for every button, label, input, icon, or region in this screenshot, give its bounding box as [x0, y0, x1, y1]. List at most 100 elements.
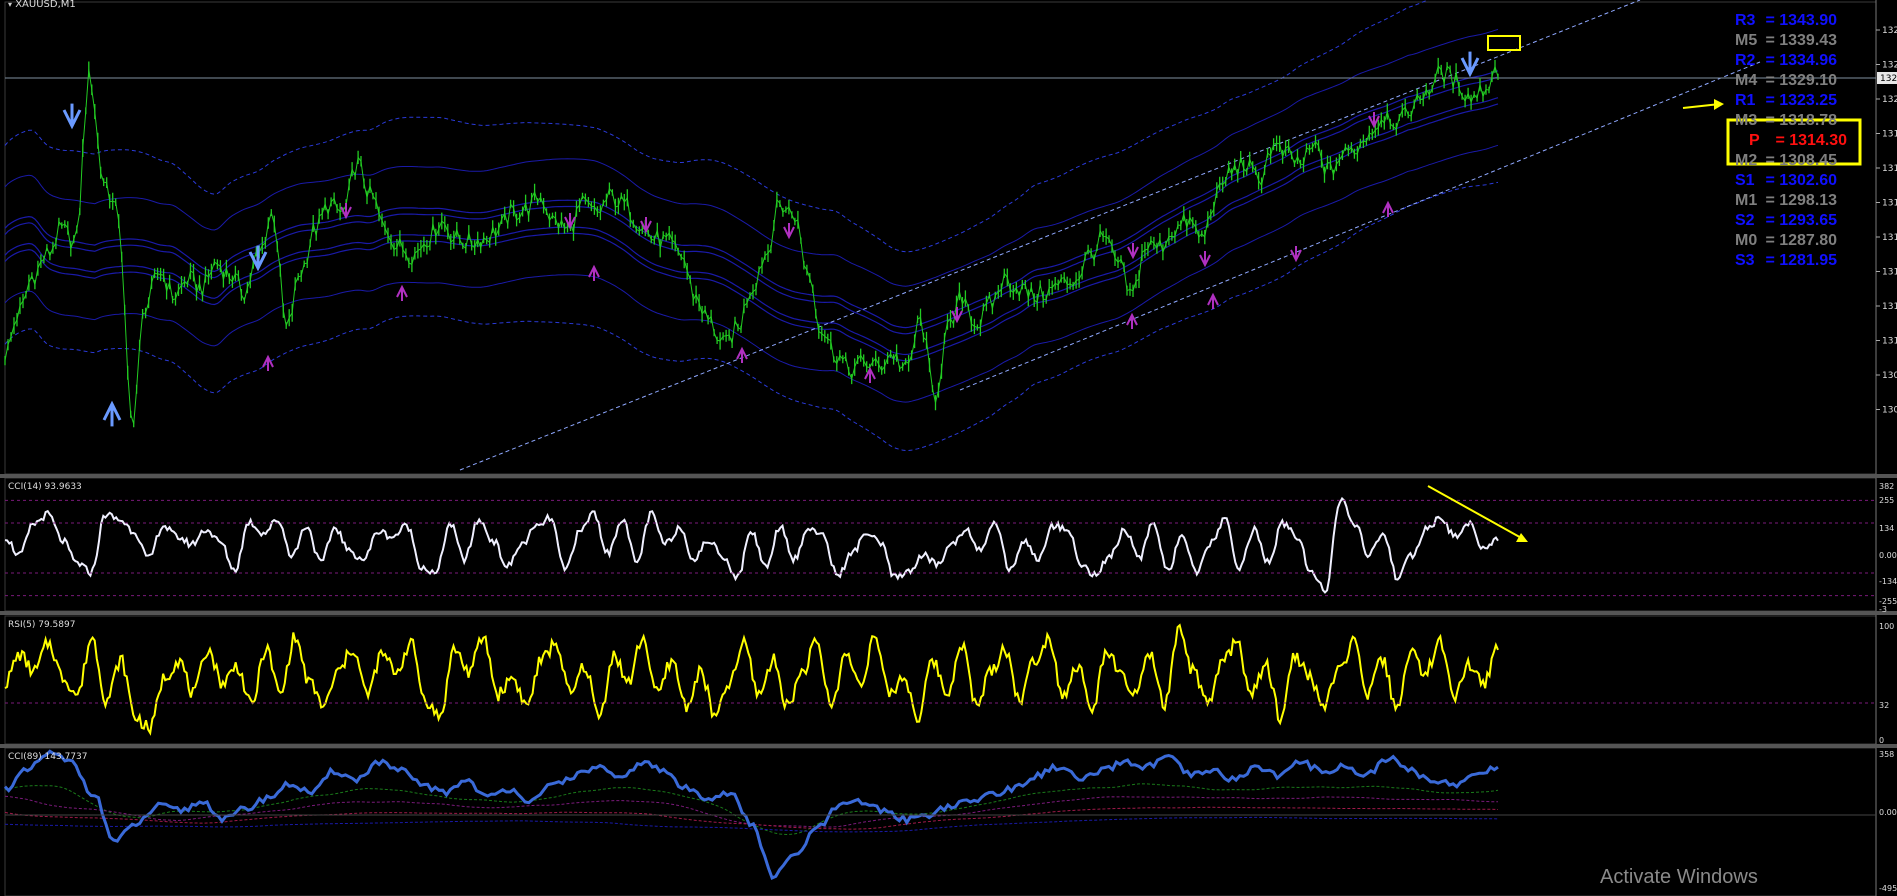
symbol-label: ▾ XAUUSD,M1 — [8, 0, 76, 10]
pivot-level-m4: M4 = 1329.10 — [1735, 72, 1837, 90]
pivot-level-s1: S1 = 1302.60 — [1735, 172, 1837, 190]
price-tick-label: 132 — [1882, 95, 1897, 105]
cci14-tick-label: 0.00 — [1879, 551, 1897, 560]
pivot-level-m3: M3 = 1318.78 — [1735, 112, 1837, 130]
cci14-tick-label: 382 — [1879, 482, 1894, 491]
pivot-level-value: = 1334.96 — [1761, 52, 1838, 69]
envelope-line-2 — [4, 0, 1430, 253]
pivot-level-value: = 1314.30 — [1771, 132, 1848, 149]
fractal-arrow-icon — [588, 264, 600, 281]
cci89-tick-label: 0.00 — [1879, 808, 1897, 817]
ma-band-line-3 — [4, 70, 1499, 329]
cci89-tick-label: 358 — [1879, 750, 1894, 759]
cci14-tick-label: 255 — [1879, 496, 1894, 505]
fractal-arrow-icon — [1207, 292, 1219, 309]
cci14-tick-label: -134 — [1879, 577, 1897, 586]
rsi5-title: RSI(5) 79.5897 — [8, 620, 75, 630]
pivot-level-s3: S3 = 1281.95 — [1735, 252, 1837, 270]
fractal-arrow-icon — [1126, 312, 1138, 329]
annotation-arrow-cci — [1427, 485, 1526, 541]
pivot-level-name: M2 — [1735, 152, 1758, 169]
pivot-level-name: M5 — [1735, 32, 1758, 49]
ma-band-line-1 — [4, 97, 1499, 356]
rsi5-tick-label: 32 — [1879, 701, 1889, 710]
trend-channel-upper — [459, 0, 1641, 471]
annotation-arrowhead-icon — [1516, 533, 1528, 542]
fractal-arrow-icon — [783, 223, 795, 240]
pivot-level-m1: M1 = 1298.13 — [1735, 192, 1837, 210]
fractal-arrow-icon — [62, 103, 82, 130]
collapse-triangle-icon[interactable]: ▾ — [8, 0, 12, 9]
cci89-ma-line-0 — [4, 783, 1499, 836]
pivot-level-value: = 1308.45 — [1761, 152, 1838, 169]
rsi5-series — [4, 623, 1499, 736]
price-series-line — [4, 64, 1499, 425]
fractal-arrow-icon — [1199, 251, 1211, 268]
pivot-level-name: M0 — [1735, 232, 1758, 249]
price-tick-label: 131 — [1882, 233, 1897, 243]
pivot-level-s2: S2 = 1293.65 — [1735, 212, 1837, 230]
price-tick-label: 131 — [1882, 302, 1897, 312]
pivot-level-name: P — [1749, 132, 1760, 149]
pivot-level-r1: R1 = 1323.25 — [1735, 92, 1837, 110]
pivot-level-name: R2 — [1735, 52, 1756, 69]
activate-windows-watermark: Activate Windows — [1600, 866, 1758, 888]
pivot-level-value: = 1302.60 — [1761, 172, 1838, 189]
pivot-level-name: S1 — [1735, 172, 1755, 189]
fractal-arrow-icon — [102, 400, 122, 427]
fractal-arrow-icon — [1290, 246, 1302, 263]
pivot-level-name: M1 — [1735, 192, 1758, 209]
current-price-label: 132 — [1880, 74, 1897, 84]
pivot-level-name: S3 — [1735, 252, 1755, 269]
pivot-level-name: M4 — [1735, 72, 1758, 89]
pivot-level-name: M3 — [1735, 112, 1758, 129]
rsi5-tick-label: 100 — [1879, 622, 1894, 631]
price-tick-label: 131 — [1882, 130, 1897, 140]
price-tick-label: 131 — [1882, 164, 1897, 174]
rsi5-tick-label: 0 — [1879, 736, 1884, 745]
pivot-level-value: = 1298.13 — [1761, 192, 1838, 209]
price-series — [4, 57, 1499, 428]
price-tick-label: 132 — [1882, 26, 1897, 36]
price-tick-label: 130 — [1882, 371, 1897, 381]
cci14-panel-frame — [4, 477, 1877, 612]
panel-separator-1 — [0, 611, 1897, 615]
pivot-level-value: = 1287.80 — [1761, 232, 1838, 249]
cci89-title: CCI(89) 143.7737 — [8, 752, 88, 762]
pivot-level-r2: R2 = 1334.96 — [1735, 52, 1837, 70]
pivot-level-p: P = 1314.30 — [1735, 132, 1847, 150]
cci89-ma-line-1 — [4, 795, 1498, 828]
fractal-arrow-icon — [396, 284, 408, 301]
symbol-name: XAUUSD,M1 — [15, 0, 76, 10]
cci14-tick-label: 134 — [1879, 524, 1894, 533]
envelope-line-0 — [4, 28, 1499, 287]
pivot-level-name: R1 — [1735, 92, 1756, 109]
pivot-level-m0: M0 = 1287.80 — [1735, 232, 1837, 250]
annotation-box-small — [1487, 35, 1521, 51]
pivot-level-value: = 1329.10 — [1761, 72, 1838, 89]
fractal-arrow-icon — [262, 354, 274, 371]
envelope-line-3 — [4, 181, 1499, 451]
cci14-series — [4, 496, 1499, 594]
cci89-tick-label: -495 — [1879, 884, 1897, 893]
pivot-level-value: = 1343.90 — [1761, 12, 1838, 29]
chart-canvas[interactable]: 132 132 132 131 131 131 131 131 131 131 130 130 132 C… — [0, 0, 1897, 896]
pivot-level-m5: M5 = 1339.43 — [1735, 32, 1837, 50]
pivot-level-value: = 1323.25 — [1761, 92, 1838, 109]
pivot-level-name: S2 — [1735, 212, 1755, 229]
price-tick-label: 131 — [1882, 337, 1897, 347]
fractal-arrow-icon — [1127, 243, 1139, 260]
price-tick-label: 131 — [1882, 199, 1897, 209]
cci14-tick-label: -3 — [1879, 605, 1887, 614]
fractal-arrow-icon — [1368, 112, 1380, 129]
pivot-level-value: = 1281.95 — [1761, 252, 1838, 269]
annotation-arrowhead-icon — [1714, 99, 1724, 110]
panel-separator-0 — [0, 474, 1897, 478]
panel-separator-2 — [0, 744, 1897, 748]
pivot-level-value: = 1318.78 — [1761, 112, 1838, 129]
price-panel-frame — [4, 1, 1877, 475]
price-tick-label: 130 — [1882, 406, 1897, 416]
pivot-level-r3: R3 = 1343.90 — [1735, 12, 1837, 30]
pivot-level-value: = 1293.65 — [1761, 212, 1838, 229]
price-tick-label: 132 — [1882, 61, 1897, 71]
